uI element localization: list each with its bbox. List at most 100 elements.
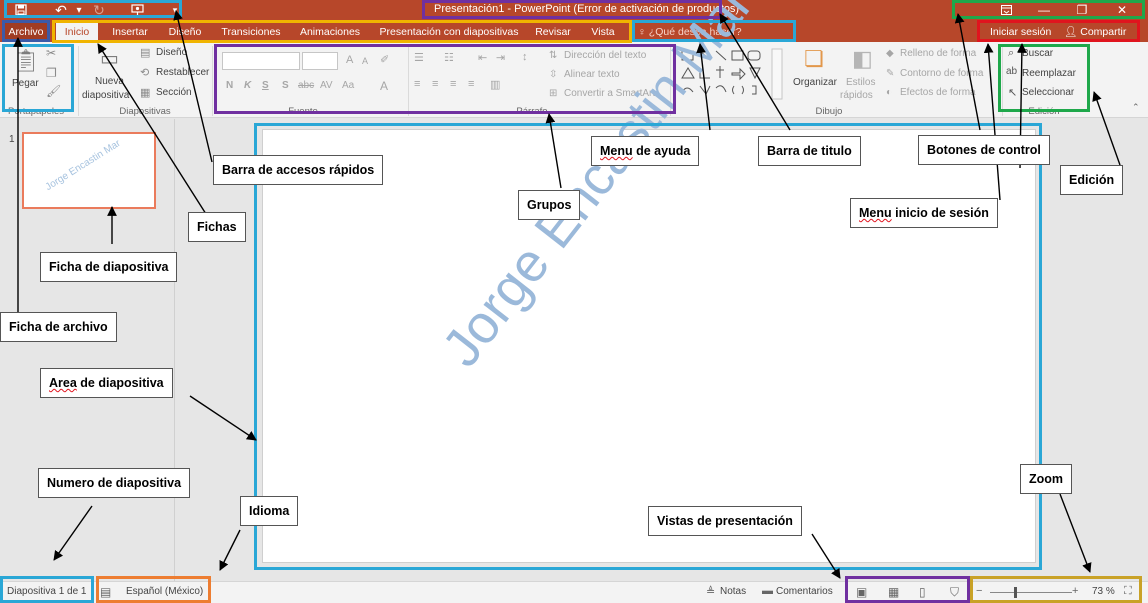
language-indicator[interactable]: Español (México) [126,586,203,597]
numbering-icon[interactable]: ☷ [444,51,454,64]
line-spacing-icon[interactable]: ↕ [522,51,528,63]
fit-to-window-icon[interactable]: ⛶ [1124,585,1132,598]
reset-button[interactable]: Restablecer [156,67,209,78]
zoom-level[interactable]: 73 % [1092,586,1115,597]
align-center-icon[interactable]: ≡ [432,78,438,90]
select-button[interactable]: Seleccionar [1022,87,1074,98]
notes-icon[interactable]: ≜ [706,585,715,598]
tab-revisar[interactable]: Revisar [530,22,576,42]
new-slide-label-2[interactable]: diapositiva [82,90,129,101]
bullets-icon[interactable]: ☰ [414,51,424,64]
minimize-icon[interactable]: — [1026,0,1062,20]
arrange-button[interactable]: Organizar [793,77,837,88]
copy-icon[interactable]: ❐ [46,66,57,80]
arrange-icon[interactable]: ❏ [804,46,824,72]
restore-icon[interactable]: ❐ [1064,0,1100,20]
paste-label[interactable]: Pegar [12,78,39,89]
reset-icon[interactable]: ⟲ [140,66,149,79]
cut-icon[interactable]: ✂ [46,46,56,60]
close-icon[interactable]: ✕ [1104,0,1140,20]
signin-button[interactable]: Iniciar sesión [990,22,1051,42]
select-icon[interactable]: ↖ [1008,86,1017,99]
shape-outline-button[interactable]: Contorno de forma [900,68,983,79]
replace-button[interactable]: Reemplazar [1022,68,1076,79]
text-direction-icon[interactable]: ⇅ [549,50,557,61]
zoom-slider[interactable] [990,592,1072,593]
align-right-icon[interactable]: ≡ [450,78,456,90]
share-button[interactable]: 👤︎ Compartir [1064,22,1126,42]
smartart-icon[interactable]: ⊞ [549,88,557,99]
find-icon[interactable]: ⌕ [1008,47,1014,60]
clear-format-icon[interactable]: ✐ [380,53,389,66]
spell-check-icon[interactable]: ▤ [100,585,111,599]
slide-number-indicator[interactable]: Diapositiva 1 de 1 [7,586,87,597]
start-from-beginning-icon[interactable] [125,0,151,20]
shape-effects-button[interactable]: Efectos de forma [900,87,976,98]
grow-font-button[interactable]: A [346,54,353,66]
align-text-button[interactable]: Alinear texto [564,69,620,80]
new-slide-label-1[interactable]: Nueva [95,76,124,87]
shape-effects-icon[interactable]: ◐ [886,87,892,98]
replace-icon[interactable]: ab [1006,66,1017,77]
bold-button[interactable]: N [226,80,233,91]
slide-show-icon[interactable]: ⛉ [950,585,959,600]
outdent-icon[interactable]: ⇥ [496,51,505,64]
align-left-icon[interactable]: ≡ [414,78,420,90]
font-name-combo[interactable] [222,52,300,70]
tab-transiciones[interactable]: Transiciones [218,22,284,42]
char-spacing-button[interactable]: AV [320,80,333,91]
find-button[interactable]: Buscar [1022,48,1053,59]
quick-styles-icon[interactable]: ◧ [852,46,873,72]
reading-view-icon[interactable]: ▯ [919,585,926,599]
tab-animaciones[interactable]: Animaciones [294,22,366,42]
tab-insertar[interactable]: Insertar [106,22,154,42]
strikethrough-button[interactable]: abc [298,80,314,91]
shape-fill-button[interactable]: Relleno de forma [900,48,976,59]
shrink-font-button[interactable]: A [362,56,368,66]
section-button[interactable]: Sección [156,87,192,98]
change-case-button[interactable]: Aa [342,80,354,91]
normal-view-icon[interactable]: ▣ [856,585,867,599]
font-color-button[interactable]: A [380,79,388,93]
columns-icon[interactable]: ▥ [490,78,500,91]
indent-icon[interactable]: ⇤ [478,51,487,64]
notes-button[interactable]: Notas [720,586,746,597]
shadow-button[interactable]: S [282,80,289,91]
shape-fill-icon[interactable]: ◆ [886,48,894,59]
layout-icon[interactable]: ▤ [140,46,150,59]
shape-outline-icon[interactable]: ✎ [886,68,894,79]
zoom-in-icon[interactable]: + [1072,585,1078,597]
tab-presentacion[interactable]: Presentación con diapositivas [376,22,522,42]
slide-thumbnail[interactable] [22,132,156,209]
callout-slide-area: Area de diapositiva [40,368,173,398]
section-icon[interactable]: ▦ [140,86,150,99]
comments-icon[interactable]: ▬ [762,585,773,597]
italic-button[interactable]: K [244,80,251,91]
tab-diseno[interactable]: Diseño [162,22,208,42]
save-icon[interactable] [8,0,34,20]
callout-controls: Botones de control [918,135,1050,165]
collapse-ribbon-icon[interactable]: ⌃ [1132,102,1140,113]
redo-icon[interactable]: ↻ [86,0,112,20]
comments-button[interactable]: Comentarios [776,586,833,597]
quick-styles-label-1[interactable]: Estilos [846,77,875,88]
text-direction-button[interactable]: Dirección del texto [564,50,646,61]
customize-dropdown-icon[interactable]: ▾ [162,0,188,20]
justify-icon[interactable]: ≡ [468,78,474,90]
layout-button[interactable]: Diseño [156,47,187,58]
tab-archivo[interactable]: Archivo [4,22,48,42]
ribbon-display-options-icon[interactable] [988,0,1024,20]
format-painter-icon[interactable]: 🖌︎ [46,84,61,98]
new-slide-icon[interactable]: ▭ [100,46,119,71]
zoom-slider-thumb[interactable] [1014,587,1017,598]
tab-inicio[interactable]: Inicio [56,22,98,42]
slide-sorter-icon[interactable]: ▦ [888,585,899,599]
slide-canvas[interactable] [262,129,1036,563]
zoom-out-icon[interactable]: − [976,585,982,597]
underline-button[interactable]: S [262,80,269,91]
paste-icon[interactable]: 📋︎ [12,48,40,74]
font-size-combo[interactable] [302,52,338,70]
align-text-icon[interactable]: ⇳ [549,69,557,80]
quick-styles-label-2[interactable]: rápidos [840,90,873,101]
tab-vista[interactable]: Vista [584,22,622,42]
